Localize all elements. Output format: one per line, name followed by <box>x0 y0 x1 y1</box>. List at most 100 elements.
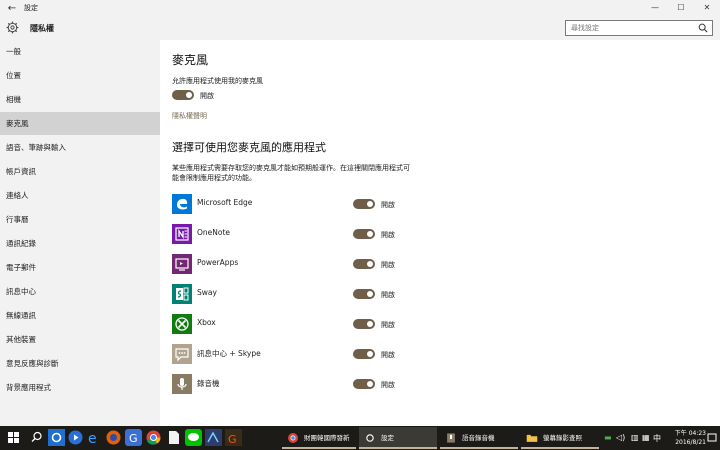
sidebar-item-microphone[interactable]: 麥克風 <box>0 112 160 135</box>
sidebar-item-general[interactable]: 一般 <box>0 40 160 63</box>
window-title: 設定 <box>24 4 38 12</box>
sidebar-item-account-info[interactable]: 帳戶資訊 <box>0 160 160 183</box>
window-controls: — ☐ ✕ <box>642 0 720 16</box>
system-clock[interactable]: 下午 04:23 2016/8/21 <box>675 429 706 447</box>
title-bar: ← 設定 — ☐ ✕ <box>0 0 720 16</box>
app-icon[interactable] <box>205 429 222 446</box>
sidebar-item-speech[interactable]: 語音、筆跡與輸入 <box>0 136 160 159</box>
clock-date: 2016/8/21 <box>675 439 706 446</box>
app-toggle-label: 開啟 <box>381 231 395 239</box>
task-indicator <box>359 447 437 449</box>
app-name: Xbox <box>197 318 216 327</box>
page-header: 隱私權 <box>0 16 720 40</box>
app-row-sway: Sway 開啟 <box>172 284 422 304</box>
app-name: 錄音機 <box>197 379 220 388</box>
app-toggle-sway[interactable] <box>353 289 375 299</box>
app-toggle-label: 開啟 <box>381 321 395 329</box>
app-name: PowerApps <box>197 258 239 267</box>
line-icon[interactable] <box>185 429 202 446</box>
main-content: 麥克風 允許應用程式使用我的麥克風 開啟 隱私權聲明 選擇可使用您麥克風的應用程… <box>160 40 720 426</box>
app-row-messaging-skype: 訊息中心 + Skype 開啟 <box>172 344 422 364</box>
clock-time: 下午 04:23 <box>674 430 706 437</box>
app-toggle-label: 開啟 <box>381 381 395 389</box>
task-indicator <box>440 447 518 449</box>
search-icon[interactable] <box>698 23 708 33</box>
sidebar-item-radios[interactable]: 無線通訊 <box>0 304 160 327</box>
folder-icon <box>526 434 538 442</box>
battery-icon[interactable]: ▬ <box>604 433 612 442</box>
app-row-edge: Microsoft Edge 開啟 <box>172 194 422 214</box>
task-label: 螢幕錄影查照 <box>543 434 582 442</box>
svg-text:G: G <box>129 432 138 445</box>
volume-icon[interactable]: ◁) <box>616 433 625 442</box>
taskbar: e G G 財團韓國際發新主... 設定 <box>0 426 720 450</box>
search-icon[interactable] <box>28 429 45 446</box>
sidebar-item-location[interactable]: 位置 <box>0 64 160 87</box>
app-row-xbox: Xbox 開啟 <box>172 314 422 334</box>
allow-description: 允許應用程式使用我的麥克風 <box>172 77 263 85</box>
sidebar-item-background-apps[interactable]: 背景應用程式 <box>0 376 160 399</box>
sidebar-item-email[interactable]: 電子郵件 <box>0 256 160 279</box>
task-indicator <box>282 447 356 449</box>
powerapps-icon <box>172 254 192 274</box>
sway-icon <box>172 284 192 304</box>
app-row-onenote: OneNote 開啟 <box>172 224 422 244</box>
chrome-icon <box>288 433 298 443</box>
sidebar-item-feedback[interactable]: 意見反應與診斷 <box>0 352 160 375</box>
task-indicator <box>521 447 599 449</box>
taskbar-task-folder[interactable]: 螢幕錄影查照 <box>521 427 599 449</box>
page-title: 隱私權 <box>30 24 54 33</box>
back-button[interactable]: ← <box>0 3 24 14</box>
app-toggle-voice-recorder[interactable] <box>353 379 375 389</box>
app-row-powerapps: PowerApps 開啟 <box>172 254 422 274</box>
app-toggle-xbox[interactable] <box>353 319 375 329</box>
app-toggle-label: 開啟 <box>381 351 395 359</box>
app-name: Sway <box>197 288 217 297</box>
minimize-button[interactable]: — <box>642 0 668 16</box>
mhf-app-icon[interactable]: G <box>225 429 242 446</box>
master-microphone-toggle[interactable] <box>172 90 194 100</box>
sidebar-item-calendar[interactable]: 行事曆 <box>0 208 160 231</box>
task-label: 語音錄音機 <box>462 434 495 442</box>
apps-section-description: 某些應用程式需要存取您的麥克風才能如預期般運作。在這裡關閉應用程式可能會限制應用… <box>172 164 410 182</box>
gear-icon[interactable] <box>48 429 65 446</box>
chrome-icon[interactable] <box>145 429 162 446</box>
privacy-statement-link[interactable]: 隱私權聲明 <box>172 111 207 121</box>
taskbar-task-chrome[interactable]: 財團韓國際發新主... <box>282 427 356 449</box>
network-icon[interactable]: ▥ <box>631 433 639 442</box>
sidebar-item-other-devices[interactable]: 其他裝置 <box>0 328 160 351</box>
windows-start-icon[interactable] <box>5 429 22 446</box>
search-input[interactable] <box>566 21 690 35</box>
maximize-button[interactable]: ☐ <box>668 0 694 16</box>
app-g-icon[interactable]: G <box>125 429 142 446</box>
sidebar-item-contacts[interactable]: 連絡人 <box>0 184 160 207</box>
app-name: 訊息中心 + Skype <box>197 349 261 358</box>
taskbar-task-voice-recorder[interactable]: 語音錄音機 <box>440 427 518 449</box>
app-toggle-label: 開啟 <box>381 201 395 209</box>
search-box <box>565 20 713 36</box>
sidebar-item-camera[interactable]: 相機 <box>0 88 160 111</box>
svg-text:G: G <box>228 433 237 446</box>
sidebar-item-messaging[interactable]: 訊息中心 <box>0 280 160 303</box>
media-player-icon[interactable] <box>67 429 84 446</box>
app-toggle-powerapps[interactable] <box>353 259 375 269</box>
xbox-icon <box>172 314 192 334</box>
app-toggle-label: 開啟 <box>381 291 395 299</box>
ime-icon[interactable]: 中 <box>653 433 661 444</box>
apps-section-title: 選擇可使用您麥克風的應用程式 <box>172 141 326 154</box>
keyboard-icon[interactable]: ▦ <box>642 433 650 442</box>
close-button[interactable]: ✕ <box>694 0 720 16</box>
ie-icon[interactable]: e <box>86 429 103 446</box>
gear-icon <box>6 21 19 34</box>
app-toggle-messaging-skype[interactable] <box>353 349 375 359</box>
file-icon[interactable] <box>165 429 182 446</box>
voice-recorder-icon <box>447 433 455 443</box>
app-name: Microsoft Edge <box>197 198 253 207</box>
firefox-icon[interactable] <box>105 429 122 446</box>
taskbar-task-settings[interactable]: 設定 <box>359 427 437 449</box>
app-toggle-onenote[interactable] <box>353 229 375 239</box>
app-toggle-edge[interactable] <box>353 199 375 209</box>
notification-center-icon[interactable] <box>707 433 717 443</box>
sidebar: 一般 位置 相機 麥克風 語音、筆跡與輸入 帳戶資訊 連絡人 行事曆 通訊紀錄 … <box>0 40 160 426</box>
sidebar-item-call-history[interactable]: 通訊紀錄 <box>0 232 160 255</box>
